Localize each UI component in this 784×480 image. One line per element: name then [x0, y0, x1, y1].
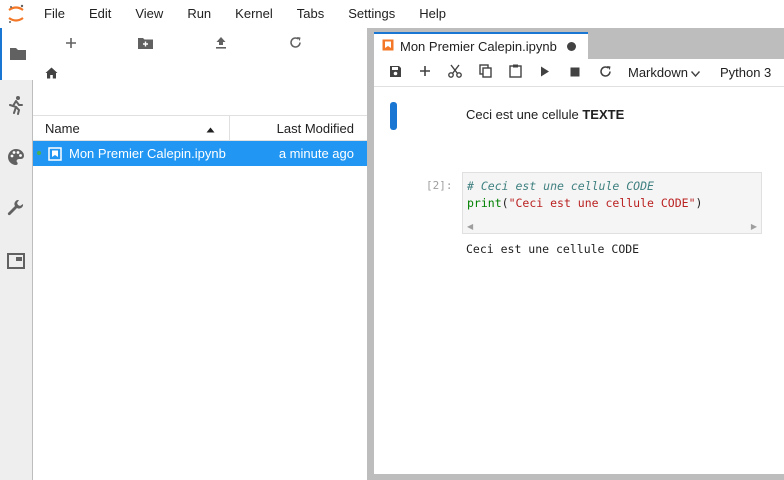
code-paren-open: ( [501, 196, 509, 210]
open-tabs-tab[interactable] [0, 236, 32, 288]
file-list-header: Name Last Modified [33, 115, 367, 141]
breadcrumb [45, 64, 58, 84]
folder-icon [9, 45, 27, 64]
activity-bar [0, 28, 33, 480]
panel-splitter[interactable] [367, 28, 374, 480]
menu-help[interactable]: Help [407, 0, 458, 28]
code-string: "Ceci est une cellule CODE" [508, 196, 696, 210]
markdown-cell[interactable]: Ceci est une cellule TEXTE [374, 101, 784, 131]
stop-icon [570, 65, 580, 80]
horizontal-scrollbar[interactable]: ◀ ▶ [463, 219, 761, 233]
copy-icon [478, 64, 492, 81]
interrupt-kernel-button[interactable] [560, 59, 590, 87]
column-header-name-label: Name [45, 120, 80, 136]
notebook-file-icon [48, 146, 62, 161]
cell-type-value: Markdown [628, 65, 688, 80]
code-line: print("Ceci est une cellule CODE") [463, 195, 761, 212]
scroll-right-icon[interactable]: ▶ [751, 222, 757, 231]
execution-count-prompt: [2]: [426, 179, 453, 192]
run-icon [540, 65, 550, 80]
unsaved-changes-icon[interactable] [567, 42, 576, 51]
running-sessions-tab[interactable] [0, 80, 32, 132]
markdown-text-bold: TEXTE [582, 107, 625, 122]
new-folder-icon [138, 37, 153, 52]
kernel-name[interactable]: Python 3 [720, 65, 771, 80]
chevron-down-icon [690, 65, 700, 80]
notebook-panel: Markdown Python 3 Ceci est une cellule T… [374, 59, 784, 474]
code-editor[interactable]: # Ceci est une cellule CODE print("Ceci … [462, 172, 762, 234]
cut-cell-button[interactable] [440, 59, 470, 87]
main-area: Mon Premier Calepin.ipynb Markdown Pytho… [374, 28, 784, 480]
cell-type-select[interactable]: Markdown [628, 65, 700, 80]
save-button[interactable] [380, 59, 410, 87]
cut-icon [448, 64, 462, 81]
upload-icon [215, 36, 227, 52]
refresh-icon [289, 36, 302, 52]
refresh-button[interactable] [258, 28, 333, 60]
menu-file[interactable]: File [32, 0, 77, 28]
menu-kernel[interactable]: Kernel [223, 0, 285, 28]
column-header-name[interactable]: Name [33, 116, 230, 140]
menu-view[interactable]: View [123, 0, 175, 28]
new-launcher-button[interactable] [33, 28, 108, 60]
cell-collapser[interactable] [390, 102, 397, 130]
save-icon [389, 65, 402, 81]
running-indicator-icon [37, 151, 41, 155]
code-keyword: print [467, 196, 502, 210]
upload-button[interactable] [183, 28, 258, 60]
tab-label: Mon Premier Calepin.ipynb [400, 39, 557, 54]
menu-run[interactable]: Run [175, 0, 223, 28]
property-inspector-tab[interactable] [0, 184, 32, 236]
file-browser-tab[interactable] [0, 28, 33, 80]
file-browser: Name Last Modified Mon Premier Calepin.i… [33, 28, 367, 480]
column-header-modified[interactable]: Last Modified [230, 121, 367, 136]
insert-cell-button[interactable] [410, 59, 440, 87]
jupyter-logo-icon [0, 0, 32, 28]
cell-output: Ceci est une cellule CODE [466, 242, 640, 256]
menu-edit[interactable]: Edit [77, 0, 123, 28]
paste-cell-button[interactable] [500, 59, 530, 87]
wrench-icon [7, 199, 25, 221]
menu-bar: File Edit View Run Kernel Tabs Settings … [0, 0, 784, 28]
code-paren-close: ) [695, 196, 703, 210]
tab-bar: Mon Premier Calepin.ipynb [374, 28, 784, 59]
markdown-rendered-text: Ceci est une cellule TEXTE [466, 107, 624, 122]
menu-tabs[interactable]: Tabs [285, 0, 336, 28]
file-last-modified: a minute ago [278, 146, 354, 161]
markdown-text-plain: Ceci est une cellule [466, 107, 583, 122]
code-comment: # Ceci est une cellule CODE [467, 179, 654, 193]
notebook-tab-icon [382, 39, 394, 54]
sort-ascending-icon [206, 121, 215, 136]
restart-icon [599, 65, 612, 81]
new-folder-button[interactable] [108, 28, 183, 60]
running-icon [7, 95, 25, 118]
notebook-toolbar: Markdown Python 3 [374, 59, 784, 87]
copy-cell-button[interactable] [470, 59, 500, 87]
new-launcher-icon [65, 37, 77, 52]
scroll-left-icon[interactable]: ◀ [467, 222, 473, 231]
tabs-icon [7, 252, 25, 272]
command-palette-tab[interactable] [0, 132, 32, 184]
file-list-item[interactable]: Mon Premier Calepin.ipynb a minute ago [33, 141, 367, 166]
file-browser-toolbar [33, 28, 367, 60]
palette-icon [7, 148, 25, 169]
menu-settings[interactable]: Settings [336, 0, 407, 28]
add-icon [419, 65, 431, 80]
run-cell-button[interactable] [530, 59, 560, 87]
file-name: Mon Premier Calepin.ipynb [69, 146, 226, 161]
paste-icon [508, 64, 522, 81]
home-icon[interactable] [45, 67, 58, 82]
restart-kernel-button[interactable] [590, 59, 620, 87]
tab-notebook[interactable]: Mon Premier Calepin.ipynb [374, 32, 588, 59]
